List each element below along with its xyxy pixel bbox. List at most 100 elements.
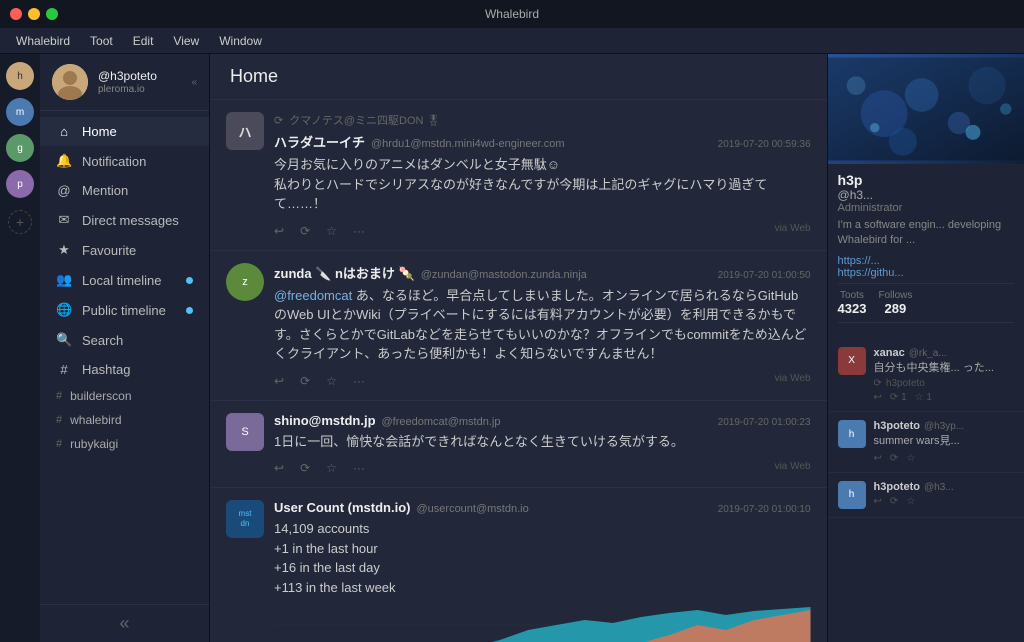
mini-reply-2[interactable]: ↩ (874, 453, 882, 464)
toot-3-body: shino@mstdn.jp @freedomcat@mstdn.jp 2019… (274, 413, 811, 476)
sidebar-user-avatar[interactable] (52, 64, 88, 100)
sidebar-inner: @h3poteto pleroma.io « ⌂ Home 🔔 Notifica… (40, 54, 209, 642)
rt-handle-m1: h3poteto (886, 378, 925, 389)
toot-4: mstdn User Count (mstdn.io) @usercount@m… (210, 488, 827, 642)
account-avatar-4[interactable]: p (6, 170, 34, 198)
stat-follows-value: 289 (878, 301, 912, 316)
mini-fav-2[interactable]: ☆ (906, 453, 915, 464)
toot-3-avatar: S (226, 413, 264, 451)
mini-avatar-3: h (838, 481, 866, 509)
toot-1-avatar: ハ (226, 112, 264, 150)
account-avatar-1[interactable]: h (6, 62, 34, 90)
profile-link-1: https://... https://githu... (838, 255, 1014, 279)
menu-view[interactable]: View (165, 32, 207, 50)
nav-public-label: Public timeline (82, 303, 166, 318)
toot-1-actions: ↩ ⟳ ☆ ··· (274, 224, 365, 238)
fav-button-1[interactable]: ☆ (326, 224, 337, 238)
toot-3-footer: ↩ ⟳ ☆ ··· via Web (274, 457, 811, 475)
hash-prefix-3: # (56, 438, 62, 450)
collapse-sidebar-button[interactable]: « (119, 613, 129, 634)
menu-whalebird[interactable]: Whalebird (8, 32, 78, 50)
people-icon: 👥 (56, 272, 72, 288)
toot-3-handle: @freedomcat@mstdn.jp (382, 416, 712, 428)
mini-boost-1[interactable]: ⟳ 1 (890, 392, 907, 403)
toot-2-actions: ↩ ⟳ ☆ ··· (274, 374, 365, 388)
more-button-2[interactable]: ··· (353, 374, 365, 388)
toot-4-avatar: mstdn (226, 500, 264, 538)
mini-reply-3[interactable]: ↩ (874, 496, 882, 507)
mini-header-2: h3poteto @h3yp... (874, 420, 1014, 432)
menu-window[interactable]: Window (211, 32, 270, 50)
toot-1-handle: @hrdu1@mstdn.mini4wd-engineer.com (371, 138, 712, 150)
mini-actions-3: ↩ ⟳ ☆ (874, 496, 1014, 507)
more-button-3[interactable]: ··· (353, 461, 365, 475)
nav-direct-label: Direct messages (82, 213, 179, 228)
add-account-button[interactable]: + (8, 210, 32, 234)
local-notification-dot (186, 277, 193, 284)
mini-boost-3[interactable]: ⟳ (890, 496, 898, 507)
reply-button-2[interactable]: ↩ (274, 374, 284, 388)
toot-2: z zunda 🔪 nはおまけ 🍡 @zundan@mastodon.zunda… (210, 251, 827, 401)
toot-1-footer: ↩ ⟳ ☆ ··· via Web (274, 220, 811, 238)
close-button[interactable] (10, 8, 22, 20)
timeline: ハ ⟳ クマノテス@ミニ四駆DON 🎖 ハラダユーイチ @hrdu1@mstdn… (210, 100, 827, 642)
profile-url-1[interactable]: https://... (838, 255, 1014, 267)
sidebar-collapse-icon[interactable]: « (191, 77, 197, 88)
menu-edit[interactable]: Edit (125, 32, 162, 50)
mini-fav-3[interactable]: ☆ (906, 496, 915, 507)
boost-button-1[interactable]: ⟳ (300, 224, 310, 238)
home-icon: ⌂ (56, 124, 72, 139)
nav-search[interactable]: 🔍 Search (40, 325, 209, 355)
profile-url-2[interactable]: https://githu... (838, 267, 1014, 279)
maximize-button[interactable] (46, 8, 58, 20)
hashtag-label-3: rubykaigi (70, 437, 118, 451)
nav-local[interactable]: 👥 Local timeline (40, 265, 209, 295)
mini-boost-2[interactable]: ⟳ (890, 453, 898, 464)
nav-hashtag[interactable]: # Hashtag (40, 355, 209, 384)
menu-toot[interactable]: Toot (82, 32, 121, 50)
reply-button-3[interactable]: ↩ (274, 461, 284, 475)
profile-name: h3p (838, 172, 1014, 188)
minimize-button[interactable] (28, 8, 40, 20)
nav-notification[interactable]: 🔔 Notification (40, 146, 209, 176)
globe-icon: 🌐 (56, 302, 72, 318)
account-avatar-3[interactable]: g (6, 134, 34, 162)
boost-button-2[interactable]: ⟳ (300, 374, 310, 388)
sidebar-instance: pleroma.io (98, 84, 157, 95)
main-layout: h m g p + @h3poteto pleroma.io (0, 54, 1024, 642)
fav-button-3[interactable]: ☆ (326, 461, 337, 475)
toot-1-name: ハラダユーイチ (274, 132, 365, 151)
boost-button-3[interactable]: ⟳ (300, 461, 310, 475)
fav-button-2[interactable]: ☆ (326, 374, 337, 388)
toot-1-time: 2019-07-20 00:59:36 (718, 139, 811, 150)
nav-public[interactable]: 🌐 Public timeline (40, 295, 209, 325)
profile-stats: Toots 4323 Follows 289 (838, 283, 1014, 323)
account-avatar-2[interactable]: m (6, 98, 34, 126)
nav-notification-label: Notification (82, 154, 146, 169)
mini-fav-1[interactable]: ☆ 1 (915, 392, 932, 403)
stat-toots-label: Toots (838, 290, 867, 301)
menubar: Whalebird Toot Edit View Window (0, 28, 1024, 54)
mini-reply-1[interactable]: ↩ (874, 392, 882, 403)
toot-1-content: 今月お気に入りのアニメはダンベルと女子無駄☺ 私わりとハードでシリアスなのが好き… (274, 155, 811, 214)
profile-toots: X xanac @rk_a... 自分も中央集権... った... ⟳ h3po… (828, 339, 1024, 518)
nav-favourite[interactable]: ★ Favourite (40, 235, 209, 265)
reply-button-1[interactable]: ↩ (274, 224, 284, 238)
toot-2-mention[interactable]: @freedomcat (274, 288, 352, 303)
stat-toots-value: 4323 (838, 301, 867, 316)
sidebar-user-info: @h3poteto pleroma.io (98, 69, 157, 96)
mini-handle-2: @h3yp... (924, 421, 964, 432)
hashtag-whalebird[interactable]: # whalebird (40, 408, 209, 432)
hashtag-builderscon[interactable]: # builderscon (40, 384, 209, 408)
toot-3-time: 2019-07-20 01:00:23 (718, 417, 811, 428)
more-button-1[interactable]: ··· (353, 224, 365, 238)
mini-body-1: xanac @rk_a... 自分も中央集権... った... ⟳ h3pote… (874, 347, 1014, 403)
nav-direct[interactable]: ✉ Direct messages (40, 205, 209, 235)
toot-2-name: zunda 🔪 nはおまけ 🍡 (274, 263, 415, 282)
nav-mention-label: Mention (82, 183, 128, 198)
toot-4-header: User Count (mstdn.io) @usercount@mstdn.i… (274, 500, 811, 515)
toot-2-time: 2019-07-20 01:00:50 (718, 270, 811, 281)
hashtag-rubykaigi[interactable]: # rubykaigi (40, 432, 209, 456)
nav-home[interactable]: ⌂ Home (40, 117, 209, 146)
nav-mention[interactable]: @ Mention (40, 176, 209, 205)
